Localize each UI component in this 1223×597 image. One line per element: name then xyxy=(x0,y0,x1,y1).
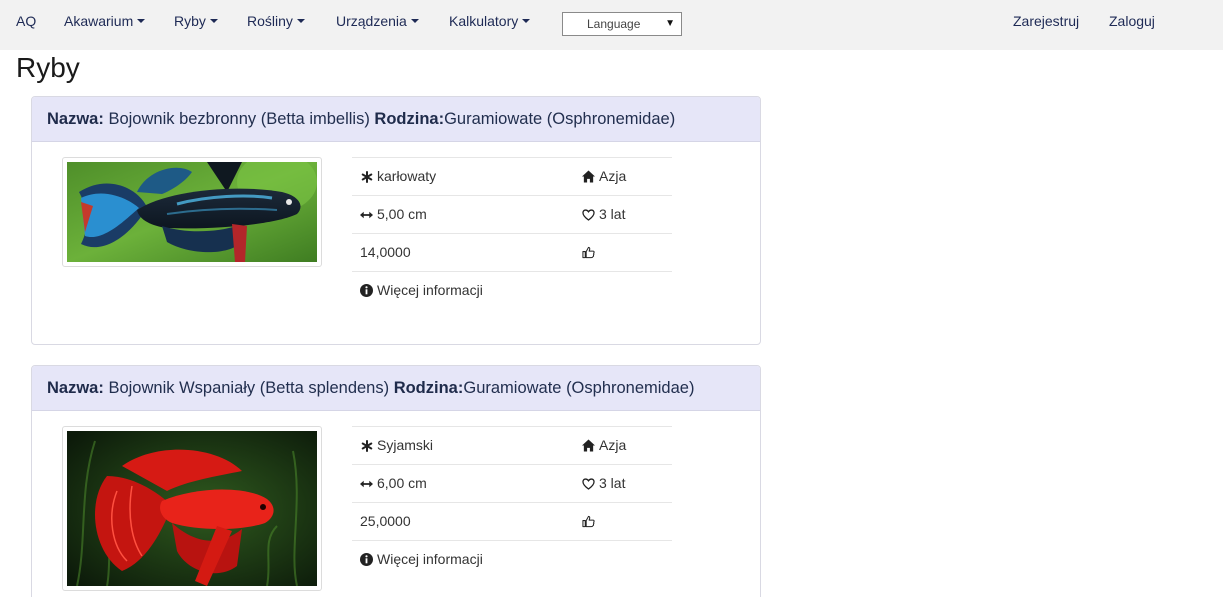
size-cell: 5,00 cm xyxy=(360,196,427,233)
name-label: Nazwa: xyxy=(47,379,104,397)
family-label: Rodzina: xyxy=(393,379,464,397)
fish-photo[interactable] xyxy=(62,157,322,267)
info-row: Syjamski Azja xyxy=(352,426,672,464)
value-cell: 14,0000 xyxy=(360,234,411,271)
fish-card: Nazwa: Bojownik bezbronny (Betta imbelli… xyxy=(31,96,761,345)
login-link[interactable]: Zaloguj xyxy=(1109,0,1155,42)
more-info-label: Więcej informacji xyxy=(377,282,483,298)
fish-info-table: karłowaty Azja 5,00 cm 3 lat 14,0000 Wię… xyxy=(352,157,672,309)
info-circle-icon xyxy=(360,284,373,297)
fish-photo[interactable] xyxy=(62,426,322,591)
fish-region: Azja xyxy=(599,437,627,453)
more-info-label: Więcej informacji xyxy=(377,551,483,567)
dropdown-arrow-icon: ▼ xyxy=(665,18,675,29)
fish-info-table: Syjamski Azja 6,00 cm 3 lat 25,0000 Więc… xyxy=(352,426,672,578)
caret-down-icon xyxy=(137,19,146,24)
fish-family: Guramiowate (Osphronemidae) xyxy=(444,110,676,128)
more-info-link[interactable]: Więcej informacji xyxy=(360,541,483,578)
nav-menu-label: Kalkulatory xyxy=(449,13,519,29)
home-icon xyxy=(582,439,595,452)
thumbs-up-icon[interactable] xyxy=(582,515,595,528)
fish-card-header: Nazwa: Bojownik Wspaniały (Betta splende… xyxy=(32,366,760,411)
caret-down-icon xyxy=(410,19,419,24)
nav-menu-ryby[interactable]: Ryby xyxy=(174,0,218,42)
nav-menu-label: Ryby xyxy=(174,13,206,29)
size-cell: 6,00 cm xyxy=(360,465,427,502)
page-title: Ryby xyxy=(16,52,80,83)
fish-name: Bojownik bezbronny (Betta imbellis) xyxy=(108,110,370,128)
lifespan-cell: 3 lat xyxy=(582,196,625,233)
language-select-value: Language xyxy=(587,17,641,31)
like-cell[interactable] xyxy=(582,503,595,540)
nav-menu-label: Rośliny xyxy=(247,13,293,29)
nav-menu-akwarium[interactable]: Akawarium xyxy=(64,0,146,42)
fish-lifespan: 3 lat xyxy=(599,475,626,491)
nav-menu-rosliny[interactable]: Rośliny xyxy=(247,0,305,42)
thumbs-up-icon[interactable] xyxy=(582,246,595,259)
fish-lifespan: 3 lat xyxy=(599,206,626,222)
info-row: Więcej informacji xyxy=(352,271,672,309)
brand-link[interactable]: AQ xyxy=(16,0,36,42)
info-row: 25,0000 xyxy=(352,502,672,540)
register-link[interactable]: Zarejestruj xyxy=(1013,0,1079,42)
caret-down-icon xyxy=(522,19,531,24)
fish-photo-image xyxy=(67,162,317,262)
info-row: 6,00 cm 3 lat xyxy=(352,464,672,502)
fish-type: Syjamski xyxy=(377,437,434,453)
resize-horizontal-icon xyxy=(360,477,373,490)
fish-value: 14,0000 xyxy=(360,244,411,260)
home-icon xyxy=(582,170,595,183)
resize-horizontal-icon xyxy=(360,208,373,221)
region-cell: Azja xyxy=(582,427,626,464)
info-row: 5,00 cm 3 lat xyxy=(352,195,672,233)
language-select[interactable]: Language ▼ xyxy=(562,12,682,36)
region-cell: Azja xyxy=(582,158,626,195)
fish-name: Bojownik Wspaniały (Betta splendens) xyxy=(108,379,390,397)
fish-family: Guramiowate (Osphronemidae) xyxy=(463,379,695,397)
info-row: Więcej informacji xyxy=(352,540,672,578)
fish-size: 6,00 cm xyxy=(377,475,427,491)
fish-type: karłowaty xyxy=(377,168,437,184)
nav-menu-label: Urządzenia xyxy=(336,13,407,29)
caret-down-icon xyxy=(209,19,218,24)
nav-menu-label: Akawarium xyxy=(64,13,134,29)
info-row: karłowaty Azja xyxy=(352,157,672,195)
fish-region: Azja xyxy=(599,168,627,184)
value-cell: 25,0000 xyxy=(360,503,411,540)
info-circle-icon xyxy=(360,553,373,566)
more-info-link[interactable]: Więcej informacji xyxy=(360,272,483,309)
fish-value: 25,0000 xyxy=(360,513,411,529)
heart-icon xyxy=(582,208,595,221)
fish-photo-image xyxy=(67,431,317,586)
fish-card: Nazwa: Bojownik Wspaniały (Betta splende… xyxy=(31,365,761,597)
heart-icon xyxy=(582,477,595,490)
like-cell[interactable] xyxy=(582,234,595,271)
lifespan-cell: 3 lat xyxy=(582,465,625,502)
info-row: 14,0000 xyxy=(352,233,672,271)
asterisk-icon xyxy=(360,170,373,183)
fish-size: 5,00 cm xyxy=(377,206,427,222)
name-label: Nazwa: xyxy=(47,110,104,128)
type-cell: karłowaty xyxy=(360,158,436,195)
family-label: Rodzina: xyxy=(374,110,445,128)
asterisk-icon xyxy=(360,439,373,452)
top-navbar: AQ Akawarium Ryby Rośliny Urządzenia Kal… xyxy=(0,0,1223,50)
type-cell: Syjamski xyxy=(360,427,433,464)
nav-menu-urzadzenia[interactable]: Urządzenia xyxy=(336,0,419,42)
fish-card-header: Nazwa: Bojownik bezbronny (Betta imbelli… xyxy=(32,97,760,142)
caret-down-icon xyxy=(296,19,305,24)
nav-menu-kalkulatory[interactable]: Kalkulatory xyxy=(449,0,531,42)
